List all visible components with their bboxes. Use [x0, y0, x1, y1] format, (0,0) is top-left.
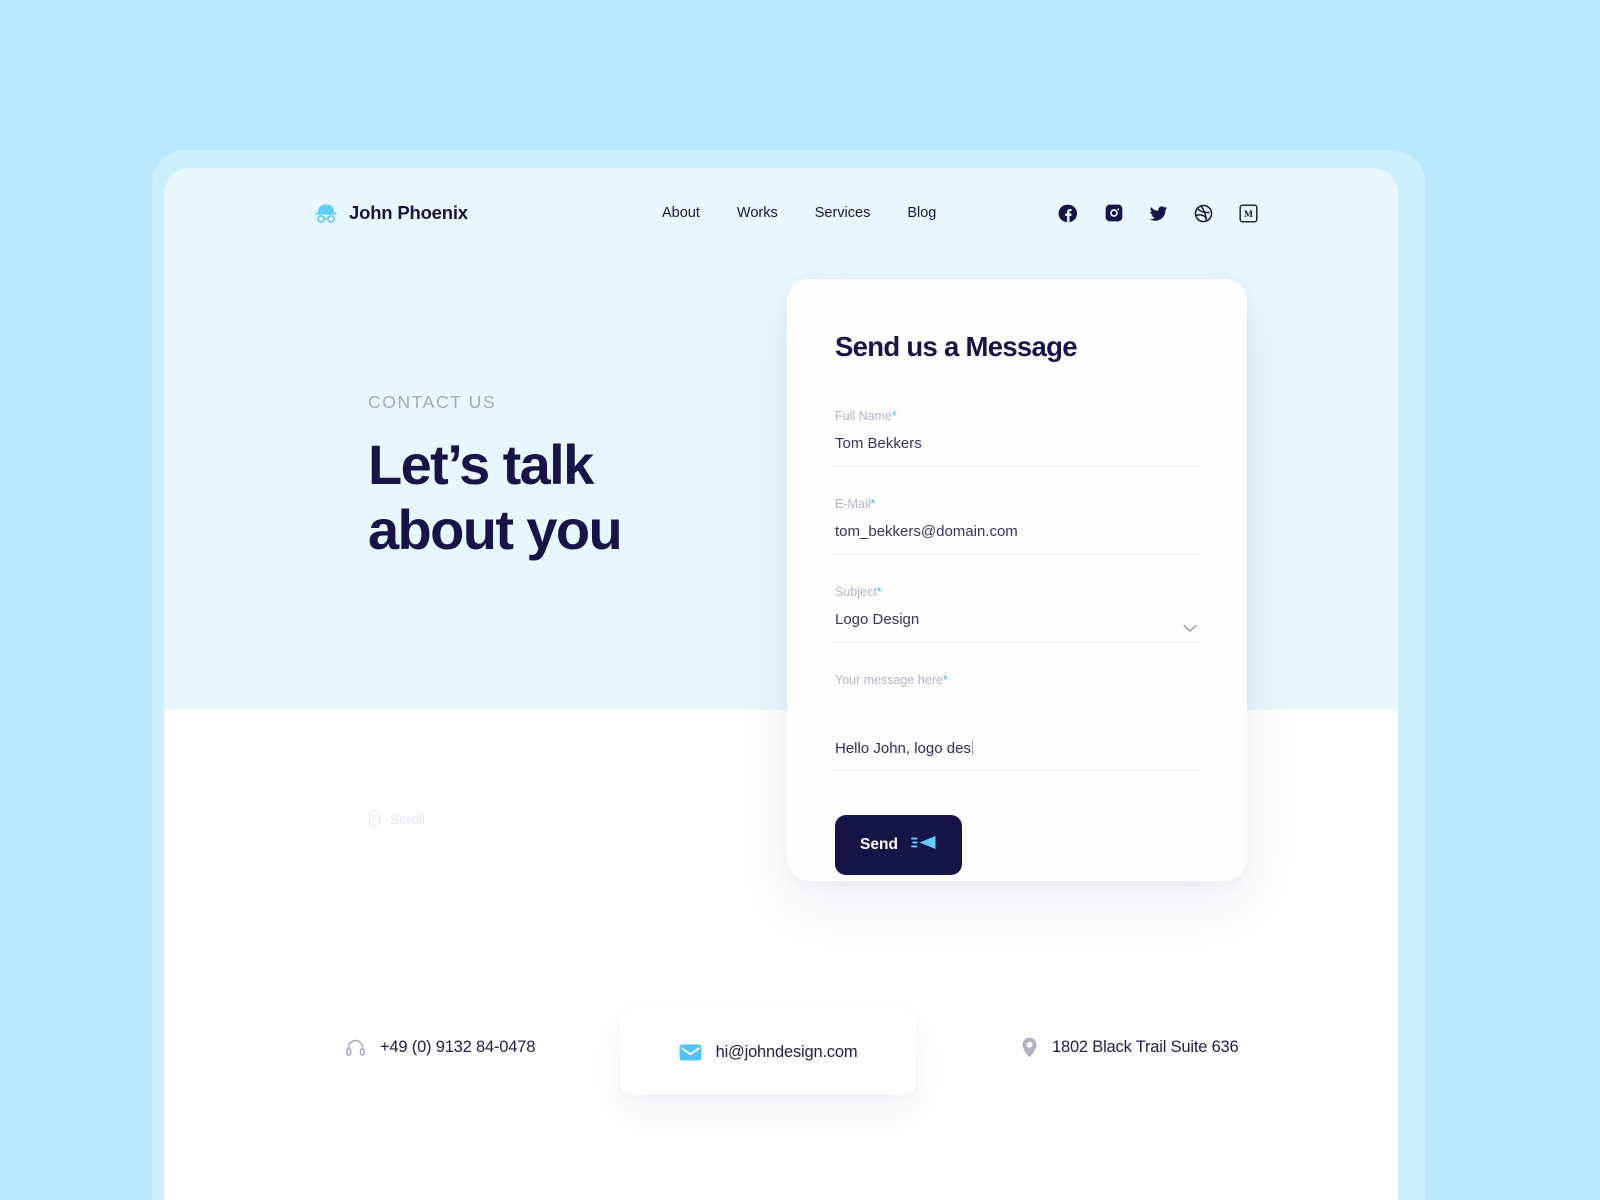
contact-address-text: 1802 Black Trail Suite 636	[1052, 1038, 1239, 1056]
form-title: Send us a Message	[835, 331, 1078, 362]
page-canvas: John Phoenix About Works Services Blog M…	[164, 168, 1398, 1200]
contact-info-row: +49 (0) 9132 84-0478 hi@johndesign.com 1…	[164, 1004, 1398, 1104]
hero-eyebrow: CONTACT US	[368, 392, 497, 412]
brand-logo[interactable]: John Phoenix	[314, 202, 468, 224]
dribbble-icon	[1193, 203, 1214, 224]
required-marker: *	[942, 673, 948, 687]
subject-label: Subject*	[835, 585, 1199, 599]
hero-section: CONTACT US Let’s talk about you	[368, 392, 838, 563]
required-marker: *	[891, 409, 897, 423]
contact-phone-text: +49 (0) 9132 84-0478	[380, 1038, 536, 1056]
nav-item-blog[interactable]: Blog	[907, 205, 936, 221]
field-full-name: Full Name*	[835, 409, 1199, 467]
nav-item-services[interactable]: Services	[815, 205, 871, 221]
scroll-label: Scroll	[390, 810, 426, 827]
social-links: M	[1058, 203, 1259, 224]
required-marker: *	[870, 497, 876, 511]
social-link-twitter[interactable]	[1148, 203, 1169, 224]
medium-icon: M	[1239, 203, 1258, 223]
field-email: E-Mail*	[835, 497, 1199, 555]
social-link-dribbble[interactable]	[1193, 203, 1214, 224]
contact-email-text: hi@johndesign.com	[715, 1042, 858, 1061]
field-message: Your message here* Hello John, logo des	[835, 673, 1199, 771]
twitter-icon	[1148, 203, 1169, 224]
message-input[interactable]	[835, 699, 1199, 771]
contact-email[interactable]: hi@johndesign.com	[620, 1009, 916, 1095]
hero-title-line-1: Let’s talk	[368, 433, 594, 496]
hero-title-line-2: about you	[368, 497, 623, 561]
mouse-icon	[369, 810, 380, 827]
social-link-instagram[interactable]	[1103, 203, 1124, 224]
email-label-text: E-Mail	[835, 497, 871, 511]
nav-item-works[interactable]: Works	[737, 205, 778, 221]
email-input[interactable]	[835, 523, 1199, 555]
full-name-label: Full Name*	[835, 409, 1199, 423]
contact-phone[interactable]: +49 (0) 9132 84-0478	[345, 1037, 535, 1058]
main-navigation: About Works Services Blog	[662, 205, 936, 221]
headset-icon	[345, 1037, 366, 1058]
contact-form-card: Send us a Message Full Name* E-Mail* Sub…	[787, 279, 1247, 881]
social-link-medium[interactable]: M	[1238, 203, 1259, 224]
instagram-icon	[1104, 203, 1124, 223]
social-link-facebook[interactable]	[1058, 203, 1079, 224]
send-button-label: Send	[860, 836, 898, 853]
svg-text:M: M	[1244, 210, 1253, 220]
location-pin-icon	[1021, 1037, 1038, 1058]
required-marker: *	[876, 585, 882, 599]
send-plane-icon	[911, 834, 937, 856]
page-title: Let’s talk about you	[368, 433, 838, 563]
envelope-icon	[679, 1044, 702, 1061]
subject-select[interactable]	[835, 611, 1199, 643]
scroll-indicator[interactable]: Scroll	[369, 810, 425, 827]
nav-item-about[interactable]: About	[662, 205, 700, 221]
send-button[interactable]: Send	[835, 815, 962, 875]
incognito-hat-icon	[314, 202, 338, 224]
message-label: Your message here*	[835, 673, 1199, 687]
full-name-label-text: Full Name	[835, 409, 892, 423]
facebook-icon	[1058, 203, 1079, 224]
message-label-text: Your message here	[835, 673, 943, 687]
full-name-input[interactable]	[835, 435, 1199, 467]
site-header: John Phoenix About Works Services Blog M	[164, 168, 1398, 258]
brand-name: John Phoenix	[349, 202, 468, 223]
email-label: E-Mail*	[835, 497, 1199, 511]
subject-label-text: Subject	[835, 585, 877, 599]
field-subject: Subject*	[835, 585, 1199, 643]
contact-address[interactable]: 1802 Black Trail Suite 636	[1021, 1037, 1239, 1058]
